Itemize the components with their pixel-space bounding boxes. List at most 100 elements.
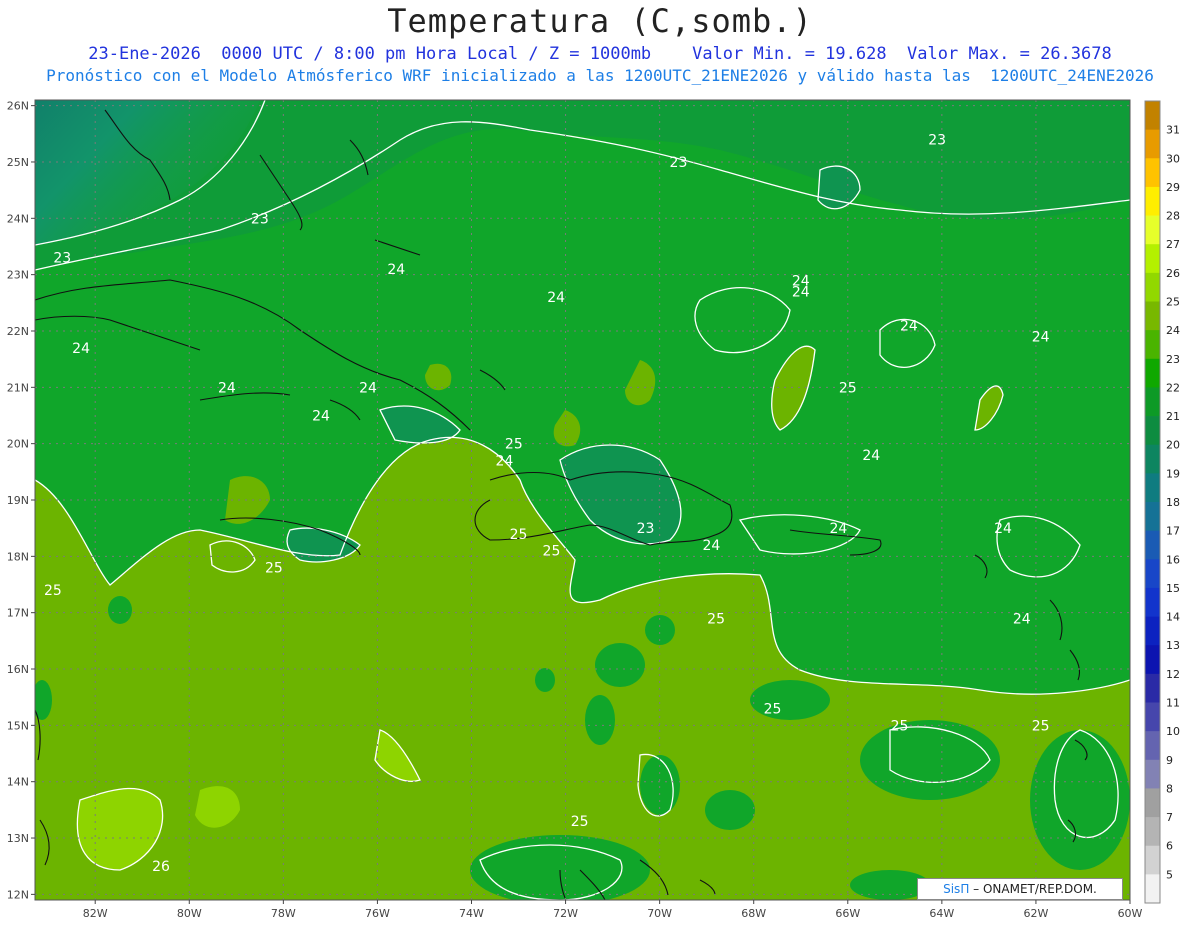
contour-value-label: 25 (571, 814, 589, 830)
contour-value-label: 24 (1013, 611, 1031, 627)
colorbar-swatch (1145, 215, 1160, 245)
lon-tick-label: 66W (835, 907, 860, 920)
contour-value-label: 25 (543, 544, 561, 560)
colorbar-label: 9 (1166, 754, 1173, 767)
colorbar-swatch (1145, 788, 1160, 818)
contour-value-label: 23 (637, 521, 655, 537)
colorbar-label: 21 (1166, 410, 1180, 423)
sispi-logo: SisΠ (943, 882, 970, 896)
contour-value-label: 24 (994, 521, 1012, 537)
contour-value-label: 23 (670, 155, 688, 171)
colorbar-swatch (1145, 358, 1160, 388)
temperature-colorbar: 31 30 29 28 27 26 25 24 23 22 21 20 19 18 17 16 15 14 13 12… (1144, 100, 1180, 904)
colorbar-swatch (1145, 845, 1160, 875)
colorbar-label: 18 (1166, 496, 1180, 509)
lon-tick-label: 62W (1023, 907, 1048, 920)
lat-tick-label: 12N (7, 888, 29, 901)
colorbar-label: 20 (1166, 439, 1180, 452)
contour-value-label: 25 (265, 561, 283, 577)
colorbar-swatch (1145, 186, 1160, 216)
lat-tick-label: 22N (7, 325, 29, 338)
colorbar-label: 16 (1166, 553, 1180, 566)
colorbar-swatch (1145, 673, 1160, 703)
colorbar-label: 17 (1166, 525, 1180, 538)
credit-box: SisΠ – ONAMET/REP.DOM. (917, 878, 1123, 900)
colorbar-swatch (1145, 645, 1160, 675)
colorbar-swatch (1145, 874, 1160, 904)
lat-tick-label: 24N (7, 212, 29, 225)
colorbar-swatch (1145, 559, 1160, 589)
contour-value-label: 25 (764, 701, 782, 717)
lat-tick-label: 16N (7, 663, 29, 676)
colorbar-swatch (1145, 416, 1160, 446)
lat-tick-label: 25N (7, 156, 29, 169)
contour-value-label: 24 (900, 318, 918, 334)
lat-tick-label: 15N (7, 719, 29, 732)
colorbar-label: 29 (1166, 181, 1180, 194)
contour-value-label: 24 (312, 408, 330, 424)
lon-tick-label: 72W (553, 907, 578, 920)
lon-tick-label: 82W (83, 907, 108, 920)
lat-tick-label: 18N (7, 550, 29, 563)
colorbar-label: 13 (1166, 639, 1180, 652)
lon-tick-label: 64W (929, 907, 954, 920)
contour-value-label: 24 (387, 262, 405, 278)
lat-tick-label: 21N (7, 381, 29, 394)
lat-tick-label: 19N (7, 494, 29, 507)
colorbar-swatch (1145, 473, 1160, 503)
colorbar-label: 24 (1166, 324, 1180, 337)
contour-value-label: 25 (1032, 718, 1050, 734)
colorbar-label: 5 (1166, 868, 1173, 881)
contour-value-label: 24 (792, 285, 810, 301)
colorbar-label: 25 (1166, 296, 1180, 309)
colorbar-swatch (1145, 444, 1160, 474)
colorbar-swatch (1145, 502, 1160, 532)
colorbar-swatch (1145, 272, 1160, 302)
colorbar-swatch (1145, 587, 1160, 617)
colorbar-swatch (1145, 158, 1160, 188)
contour-value-label: 24 (359, 380, 377, 396)
contour-value-label: 23 (53, 251, 71, 267)
lon-tick-label: 80W (177, 907, 202, 920)
colorbar-swatch (1145, 731, 1160, 761)
colorbar-label: 23 (1166, 353, 1180, 366)
contour-value-label: 24 (702, 538, 720, 554)
lon-tick-label: 60W (1118, 907, 1143, 920)
contour-value-label: 24 (547, 290, 565, 306)
contour-value-label: 23 (251, 211, 269, 227)
contour-value-label: 25 (707, 611, 725, 627)
colorbar-swatch (1145, 330, 1160, 360)
colorbar-swatch (1145, 387, 1160, 417)
colorbar-swatch (1145, 759, 1160, 789)
colorbar-label: 26 (1166, 267, 1180, 280)
colorbar-swatch (1145, 702, 1160, 732)
colorbar-label: 10 (1166, 725, 1180, 738)
contour-value-label: 24 (496, 454, 514, 470)
colorbar-swatch (1145, 530, 1160, 560)
colorbar-swatch (1145, 244, 1160, 274)
contour-value-label: 24 (218, 380, 236, 396)
colorbar-label: 30 (1166, 152, 1180, 165)
lon-tick-label: 70W (647, 907, 672, 920)
contour-value-label: 24 (1032, 330, 1050, 346)
colorbar-swatch (1145, 101, 1160, 131)
lat-tick-label: 26N (7, 100, 29, 113)
colorbar-label: 28 (1166, 210, 1180, 223)
colorbar-label: 11 (1166, 697, 1180, 710)
colorbar-label: 8 (1166, 782, 1173, 795)
credit-text: – ONAMET/REP.DOM. (969, 882, 1097, 896)
colorbar-label: 19 (1166, 467, 1180, 480)
temperature-field (35, 100, 1130, 900)
colorbar-label: 7 (1166, 811, 1173, 824)
lat-tick-label: 20N (7, 438, 29, 451)
contour-value-label: 25 (510, 527, 528, 543)
contour-value-label: 25 (839, 380, 857, 396)
lat-tick-label: 13N (7, 832, 29, 845)
contour-value-label: 25 (891, 718, 909, 734)
colorbar-label: 31 (1166, 124, 1180, 137)
colorbar-label: 12 (1166, 668, 1180, 681)
colorbar-label: 22 (1166, 381, 1180, 394)
lon-tick-label: 78W (271, 907, 296, 920)
contour-value-label: 24 (829, 521, 847, 537)
colorbar-label: 27 (1166, 238, 1180, 251)
